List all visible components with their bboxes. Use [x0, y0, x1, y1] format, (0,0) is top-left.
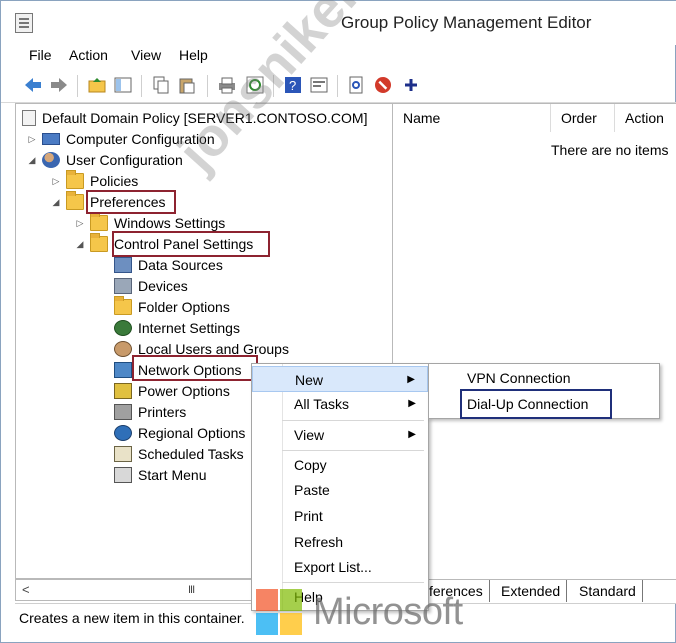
data-sources-icon	[114, 257, 132, 273]
svg-text:?: ?	[289, 78, 296, 93]
microsoft-logo-text: Microsoft	[313, 591, 463, 633]
scroll-left-arrow-icon[interactable]: <	[22, 582, 30, 597]
submenu-arrow-icon: ▶	[408, 398, 416, 409]
delete-icon[interactable]	[373, 75, 393, 95]
highlight-preferences	[86, 190, 176, 214]
toolbar-separator	[77, 75, 78, 97]
globe-icon	[114, 320, 132, 336]
expand-arrow-icon[interactable]: ▷	[74, 218, 86, 229]
forward-arrow-icon[interactable]	[49, 75, 69, 95]
users-icon	[114, 341, 132, 357]
menu-item-all-tasks[interactable]: All Tasks ▶	[252, 391, 428, 417]
scrollbar-thumb[interactable]: III	[188, 584, 195, 596]
properties-icon[interactable]	[309, 75, 329, 95]
tab-standard[interactable]: Standard	[573, 580, 643, 602]
toolbar: ?	[1, 69, 676, 103]
refresh-icon[interactable]	[245, 75, 265, 95]
tree-internet-settings[interactable]: Internet Settings	[114, 318, 240, 338]
tree-devices[interactable]: Devices	[114, 276, 188, 296]
expand-arrow-icon[interactable]: ▷	[50, 176, 62, 187]
paste-icon[interactable]	[177, 75, 197, 95]
column-action[interactable]: Action	[615, 104, 676, 132]
column-order[interactable]: Order	[551, 104, 615, 132]
printer-icon	[114, 404, 132, 420]
tree-power-options[interactable]: Power Options	[114, 381, 230, 401]
tree-policies[interactable]: ▷ Policies	[50, 170, 138, 191]
highlight-network-options	[132, 355, 258, 381]
expand-arrow-icon[interactable]: ▷	[26, 134, 38, 145]
export-icon[interactable]	[347, 75, 367, 95]
tree-regional-options[interactable]: Regional Options	[114, 423, 245, 443]
menu-item-new[interactable]: New ▶	[252, 366, 428, 392]
menu-help[interactable]: Help	[179, 47, 208, 63]
toolbar-separator	[273, 75, 274, 97]
toolbar-separator	[207, 75, 208, 97]
app-icon	[15, 13, 33, 33]
folder-icon	[66, 191, 84, 210]
highlight-control-panel-settings	[112, 231, 270, 257]
policy-document-icon	[22, 110, 36, 126]
menu-item-print[interactable]: Print	[252, 503, 428, 529]
print-icon[interactable]	[217, 75, 237, 95]
menu-bar: File Action View Help	[1, 45, 676, 67]
tree-printers[interactable]: Printers	[114, 402, 186, 422]
computer-icon	[42, 133, 60, 145]
tree-start-menu[interactable]: Start Menu	[114, 465, 206, 485]
list-pane: Name Order Action There are no items	[393, 103, 676, 579]
submenu-arrow-icon: ▶	[407, 374, 415, 385]
menu-view[interactable]: View	[131, 47, 161, 63]
add-icon[interactable]	[401, 75, 421, 95]
network-icon	[114, 362, 132, 378]
toolbar-separator	[337, 75, 338, 97]
menu-item-paste[interactable]: Paste	[252, 477, 428, 503]
users-icon	[42, 152, 60, 168]
toolbar-separator	[141, 75, 142, 97]
window-title: Group Policy Management Editor	[341, 13, 592, 32]
devices-icon	[114, 278, 132, 294]
collapse-arrow-icon[interactable]: ◢	[26, 155, 38, 166]
tree-data-sources[interactable]: Data Sources	[114, 255, 223, 275]
copy-icon[interactable]	[151, 75, 171, 95]
menu-file[interactable]: File	[29, 47, 52, 63]
tree-windows-settings[interactable]: ▷ Windows Settings	[74, 212, 225, 233]
menu-item-refresh[interactable]: Refresh	[252, 529, 428, 555]
menu-action[interactable]: Action	[69, 47, 108, 63]
gpme-window: Group Policy Management Editor File Acti…	[0, 0, 676, 643]
tree-scheduled-tasks[interactable]: Scheduled Tasks	[114, 444, 244, 464]
collapse-arrow-icon[interactable]: ◢	[50, 197, 62, 208]
menu-item-export-list[interactable]: Export List...	[252, 554, 428, 580]
show-hide-tree-icon[interactable]	[113, 75, 133, 95]
tree-computer-configuration[interactable]: ▷ Computer Configuration	[26, 129, 215, 149]
submenu-item-vpn-connection[interactable]: VPN Connection	[429, 365, 659, 391]
tree-user-configuration[interactable]: ◢ User Configuration	[26, 150, 183, 170]
folder-icon	[66, 170, 84, 189]
globe-icon	[114, 425, 132, 441]
power-icon	[114, 383, 132, 399]
folder-icon	[90, 212, 108, 231]
context-menu: New ▶ All Tasks ▶ View ▶ Copy Paste Prin…	[251, 363, 429, 611]
help-icon[interactable]: ?	[283, 75, 303, 95]
menu-item-copy[interactable]: Copy	[252, 452, 428, 478]
tree-folder-options[interactable]: Folder Options	[114, 296, 230, 317]
tab-extended[interactable]: Extended	[495, 580, 568, 602]
empty-list-text: There are no items	[551, 142, 669, 158]
back-arrow-icon[interactable]	[23, 75, 43, 95]
highlight-dial-up-connection	[460, 389, 612, 419]
status-text: Creates a new item in this container.	[19, 610, 245, 626]
collapse-arrow-icon[interactable]: ◢	[74, 239, 86, 250]
menu-item-view[interactable]: View ▶	[252, 422, 428, 448]
control-panel-folder-icon	[90, 233, 108, 252]
menu-separator	[282, 450, 424, 451]
column-name[interactable]: Name	[393, 104, 551, 132]
scheduled-tasks-icon	[114, 446, 132, 462]
microsoft-logo-icon	[256, 589, 304, 637]
folder-options-icon	[114, 296, 132, 315]
menu-separator	[282, 420, 424, 421]
up-folder-icon[interactable]	[87, 75, 107, 95]
start-menu-icon	[114, 467, 132, 483]
title-bar: Group Policy Management Editor	[1, 1, 676, 45]
tree-root[interactable]: Default Domain Policy [SERVER1.CONTOSO.C…	[22, 108, 367, 128]
menu-separator	[282, 582, 424, 583]
submenu-arrow-icon: ▶	[408, 429, 416, 440]
